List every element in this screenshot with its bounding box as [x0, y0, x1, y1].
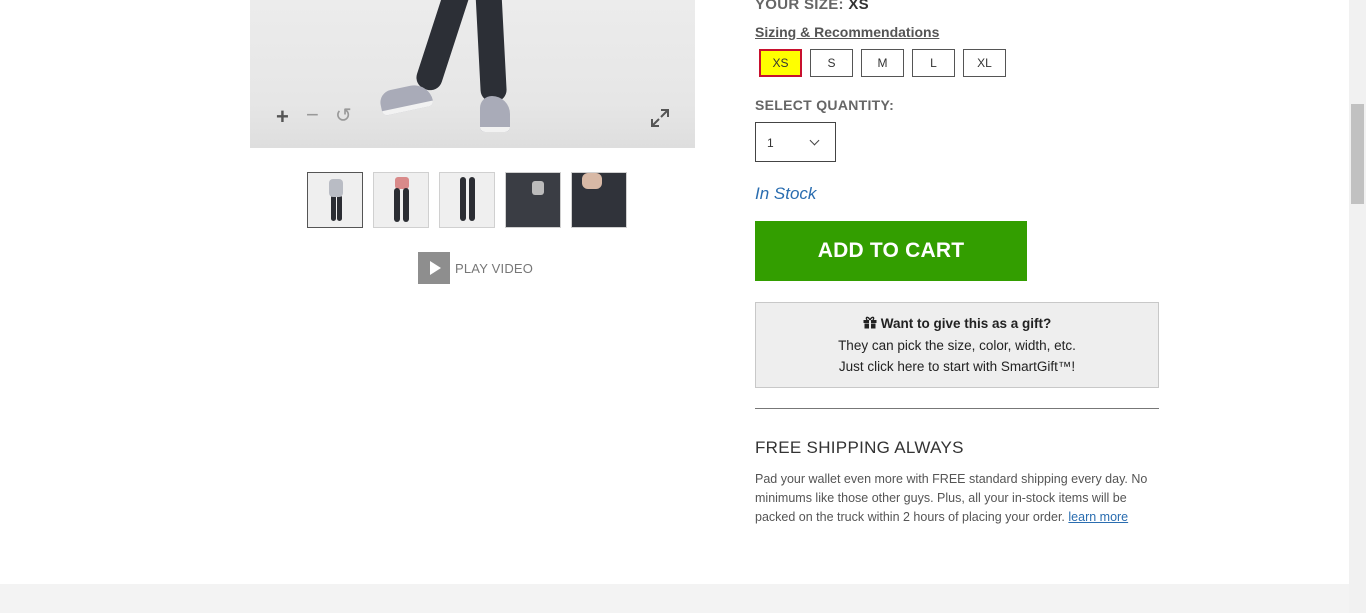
stock-status: In Stock	[755, 184, 817, 203]
fullscreen-icon[interactable]	[650, 108, 670, 128]
size-option-l[interactable]: L	[912, 49, 955, 77]
section-divider	[755, 408, 1159, 409]
scrollbar-thumb[interactable]	[1351, 104, 1364, 204]
footer-band	[0, 584, 1349, 613]
play-video-button[interactable]: PLAY VIDEO	[418, 252, 533, 284]
model-shoe-right	[480, 96, 510, 132]
thumbnail-3[interactable]	[439, 172, 495, 228]
play-icon[interactable]	[418, 252, 450, 284]
gift-title-row: Want to give this as a gift?	[756, 316, 1158, 331]
size-option-xl[interactable]: XL	[963, 49, 1006, 77]
gift-line-1: They can pick the size, color, width, et…	[838, 338, 1076, 353]
your-size-label: YOUR SIZE:	[755, 0, 844, 13]
chevron-down-icon	[809, 135, 820, 146]
model-leg-right	[474, 0, 508, 103]
thumbnail-1[interactable]	[307, 172, 363, 228]
size-option-m[interactable]: M	[861, 49, 904, 77]
play-video-label: PLAY VIDEO	[455, 260, 534, 276]
scrollbar-track[interactable]	[1349, 0, 1366, 613]
main-product-image[interactable]: + − ↺	[250, 0, 695, 148]
add-to-cart-button[interactable]: ADD TO CART	[755, 221, 1027, 281]
size-option-s[interactable]: S	[810, 49, 853, 77]
model-leg-left	[413, 0, 473, 94]
sizing-recommendations-link[interactable]: Sizing & Recommendations	[755, 24, 939, 40]
thumbnail-2[interactable]	[373, 172, 429, 228]
select-quantity-label: SELECT QUANTITY:	[755, 97, 895, 113]
your-size-value: XS	[848, 0, 869, 13]
free-shipping-body: Pad your wallet even more with FREE stan…	[755, 470, 1160, 527]
free-shipping-title: FREE SHIPPING ALWAYS	[755, 438, 964, 457]
zoom-in-icon[interactable]: +	[276, 106, 289, 128]
reset-zoom-icon[interactable]: ↺	[335, 106, 352, 126]
quantity-value: 1	[767, 136, 774, 150]
zoom-out-icon[interactable]: −	[306, 104, 319, 126]
gift-icon	[863, 316, 877, 329]
your-size-heading: YOUR SIZE: XS	[755, 0, 869, 13]
gift-line-2: Just click here to start with SmartGift™…	[838, 359, 1076, 374]
thumbnail-4[interactable]	[505, 172, 561, 228]
learn-more-link[interactable]: learn more	[1068, 510, 1128, 524]
gift-title: Want to give this as a gift?	[880, 316, 1052, 331]
thumbnail-5[interactable]	[571, 172, 627, 228]
size-option-xs[interactable]: XS	[759, 49, 802, 77]
quantity-select[interactable]: 1	[755, 122, 836, 162]
smartgift-box[interactable]: Want to give this as a gift? They can pi…	[755, 302, 1159, 388]
